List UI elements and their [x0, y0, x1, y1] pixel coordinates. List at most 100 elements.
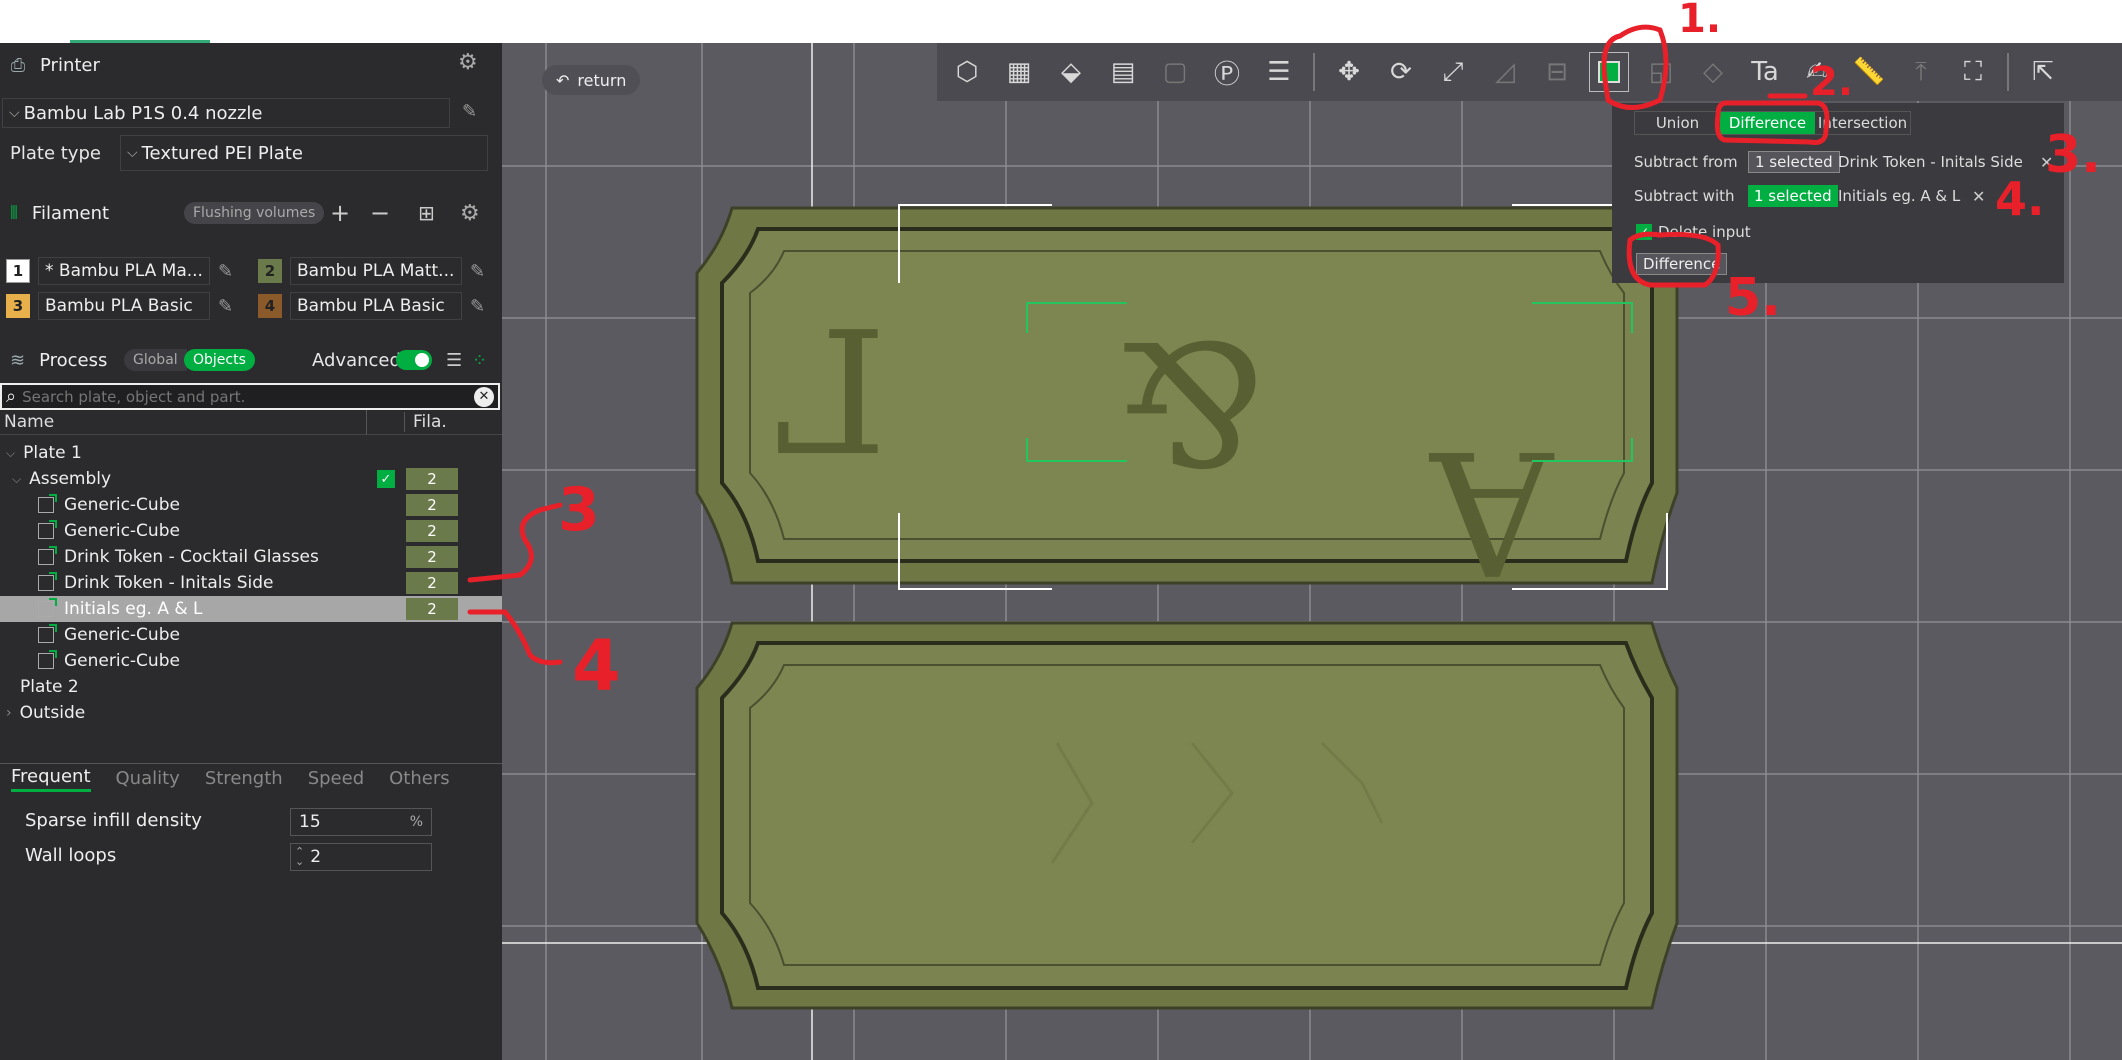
filament-num-1: 1: [6, 259, 30, 283]
fila-badge[interactable]: 2: [406, 598, 458, 620]
measure-icon[interactable]: 📏: [1849, 52, 1889, 92]
wall-loops-value: 2: [310, 847, 322, 867]
flushing-volumes-button[interactable]: Flushing volumes: [184, 202, 325, 224]
3d-viewport[interactable]: L & A ↶ return ⬡ ▦ ⬙ ▤ ▢ Ⓟ ☰ ✥ ⟳ ⤢ ◿ ⊟ ◱…: [502, 43, 2122, 1060]
tab-speed[interactable]: Speed: [308, 768, 364, 789]
tree-row-plate-1[interactable]: ⌵ Plate 1: [0, 440, 502, 466]
subtract-with-object: Initials eg. A & L: [1838, 187, 1961, 205]
remove-filament-icon[interactable]: −: [370, 199, 390, 227]
printer-select[interactable]: ⌵ Bambu Lab P1S 0.4 nozzle: [2, 98, 450, 128]
fila-badge[interactable]: 2: [406, 572, 458, 594]
move-icon[interactable]: ✥: [1329, 52, 1369, 92]
filament-slot-4[interactable]: 4 Bambu PLA Basic ✎: [258, 291, 485, 321]
delete-input-checkbox[interactable]: ✓ Delete input: [1636, 223, 1751, 241]
add-cube-icon[interactable]: ⬡: [947, 52, 987, 92]
tree-row-assembly[interactable]: ⌵ Assembly ✓ 2: [0, 466, 502, 492]
lay-on-face-icon[interactable]: ◿: [1485, 52, 1525, 92]
search-input[interactable]: [22, 387, 453, 406]
view-fit-icon[interactable]: ⛶: [1953, 52, 1993, 92]
scale-icon[interactable]: ⤢: [1433, 52, 1473, 92]
tree-row-part[interactable]: Drink Token - Cocktail Glasses 2: [0, 544, 502, 570]
close-icon[interactable]: ✕: [2040, 153, 2053, 172]
tree-row-part[interactable]: Generic-Cube: [0, 622, 502, 648]
filament-name-2[interactable]: Bambu PLA Matt...: [290, 257, 462, 285]
collapse-icon[interactable]: ⌵: [12, 472, 21, 487]
plate-icon[interactable]: Ⓟ: [1207, 52, 1247, 92]
color-paint-icon[interactable]: ✍: [1797, 52, 1837, 92]
printer-settings-gear-icon[interactable]: ⚙: [458, 50, 478, 75]
tree-row-plate-2[interactable]: Plate 2: [0, 674, 502, 700]
tab-union[interactable]: Union: [1635, 112, 1720, 134]
tab-frequent[interactable]: Frequent: [11, 766, 91, 792]
tree-row-part[interactable]: Generic-Cube 2: [0, 492, 502, 518]
tab-strength[interactable]: Strength: [205, 768, 283, 789]
list-view-icon[interactable]: ☰: [446, 350, 462, 371]
tab-difference[interactable]: Difference: [1720, 112, 1815, 134]
subtract-from-selector[interactable]: 1 selected: [1748, 151, 1840, 173]
advanced-toggle[interactable]: [396, 350, 432, 370]
drink-token-1[interactable]: L & A: [695, 204, 1679, 610]
boolean-icon[interactable]: [1589, 52, 1629, 92]
split-objects-icon[interactable]: ▢: [1155, 52, 1195, 92]
fila-badge[interactable]: 2: [406, 546, 458, 568]
sparse-infill-value: 15: [299, 812, 321, 832]
filament-icon: ⦀: [10, 202, 18, 224]
cut-icon[interactable]: ⊟: [1537, 52, 1577, 92]
fila-badge[interactable]: 2: [406, 520, 458, 542]
export-icon[interactable]: ⇱: [2023, 52, 2063, 92]
arrange-icon[interactable]: ▤: [1103, 52, 1143, 92]
wall-loops-stepper[interactable]: ⌃ ⌄ 2: [290, 843, 432, 871]
printer-edit-icon[interactable]: ✎: [462, 101, 477, 122]
apply-difference-button[interactable]: Difference: [1636, 253, 1728, 275]
filament-slot-1[interactable]: 1 * Bambu PLA Ma... ✎: [6, 256, 233, 286]
visible-checkbox[interactable]: ✓: [377, 470, 395, 488]
filament-settings-gear-icon[interactable]: ⚙: [460, 201, 480, 226]
filament-slot-3[interactable]: 3 Bambu PLA Basic ✎: [6, 291, 233, 321]
fila-badge[interactable]: 2: [406, 468, 458, 490]
rotate-icon[interactable]: ⟳: [1381, 52, 1421, 92]
filament-edit-icon[interactable]: ✎: [470, 261, 485, 282]
tree-row-part[interactable]: Generic-Cube 2: [0, 518, 502, 544]
layers-icon[interactable]: ☰: [1259, 52, 1299, 92]
clear-search-icon[interactable]: ✕: [474, 386, 494, 407]
expand-icon[interactable]: ›: [6, 705, 12, 721]
drink-token-2[interactable]: [695, 621, 1679, 1010]
auto-orient-icon[interactable]: ⬙: [1051, 52, 1091, 92]
tab-intersection[interactable]: Intersection: [1815, 112, 1910, 134]
subtract-with-selector[interactable]: 1 selected: [1748, 185, 1838, 207]
collapse-icon[interactable]: ⌵: [6, 446, 15, 461]
return-button[interactable]: ↶ return: [542, 65, 641, 95]
plate-type-select[interactable]: ⌵ Textured PEI Plate: [120, 135, 488, 171]
add-plate-grid-icon[interactable]: ▦: [999, 52, 1039, 92]
fila-badge[interactable]: 2: [406, 494, 458, 516]
filament-edit-icon[interactable]: ✎: [470, 296, 485, 317]
assembly-icon[interactable]: ⤒: [1901, 52, 1941, 92]
filament-edit-icon[interactable]: ✎: [218, 296, 233, 317]
add-filament-icon[interactable]: +: [330, 199, 350, 227]
tree-row-outside[interactable]: › Outside: [0, 700, 502, 726]
tab-quality[interactable]: Quality: [116, 768, 180, 789]
global-toggle[interactable]: Global: [124, 349, 187, 371]
column-fila[interactable]: Fila.: [404, 412, 460, 432]
text-icon[interactable]: Ta: [1745, 52, 1785, 92]
seam-paint-icon[interactable]: ◇: [1693, 52, 1733, 92]
column-name[interactable]: Name: [4, 412, 366, 432]
stepper-arrows-icon[interactable]: ⌃ ⌄: [295, 846, 304, 867]
tree-row-part[interactable]: Generic-Cube: [0, 648, 502, 674]
filament-name-4[interactable]: Bambu PLA Basic: [290, 292, 462, 320]
close-icon[interactable]: ✕: [1972, 187, 1985, 206]
objects-toggle[interactable]: Objects: [184, 349, 255, 371]
tab-others[interactable]: Others: [389, 768, 450, 789]
support-paint-icon[interactable]: ◱: [1641, 52, 1681, 92]
sparse-infill-input[interactable]: 15 %: [290, 808, 432, 836]
filament-name-3[interactable]: Bambu PLA Basic: [38, 292, 210, 320]
filament-name-1[interactable]: * Bambu PLA Ma...: [38, 257, 210, 285]
filament-edit-icon[interactable]: ✎: [218, 261, 233, 282]
tree-row-part-selected[interactable]: Initials eg. A & L 2: [0, 596, 502, 622]
object-search-bar[interactable]: ⌕ ✕: [0, 383, 500, 410]
filament-slot-2[interactable]: 2 Bambu PLA Matt... ✎: [258, 256, 485, 286]
filament-sync-icon[interactable]: ⊞: [418, 201, 435, 225]
tree-row-part[interactable]: Drink Token - Initals Side 2: [0, 570, 502, 596]
compare-icon[interactable]: ⁘: [472, 350, 487, 371]
toolbar-divider: [2007, 53, 2009, 91]
